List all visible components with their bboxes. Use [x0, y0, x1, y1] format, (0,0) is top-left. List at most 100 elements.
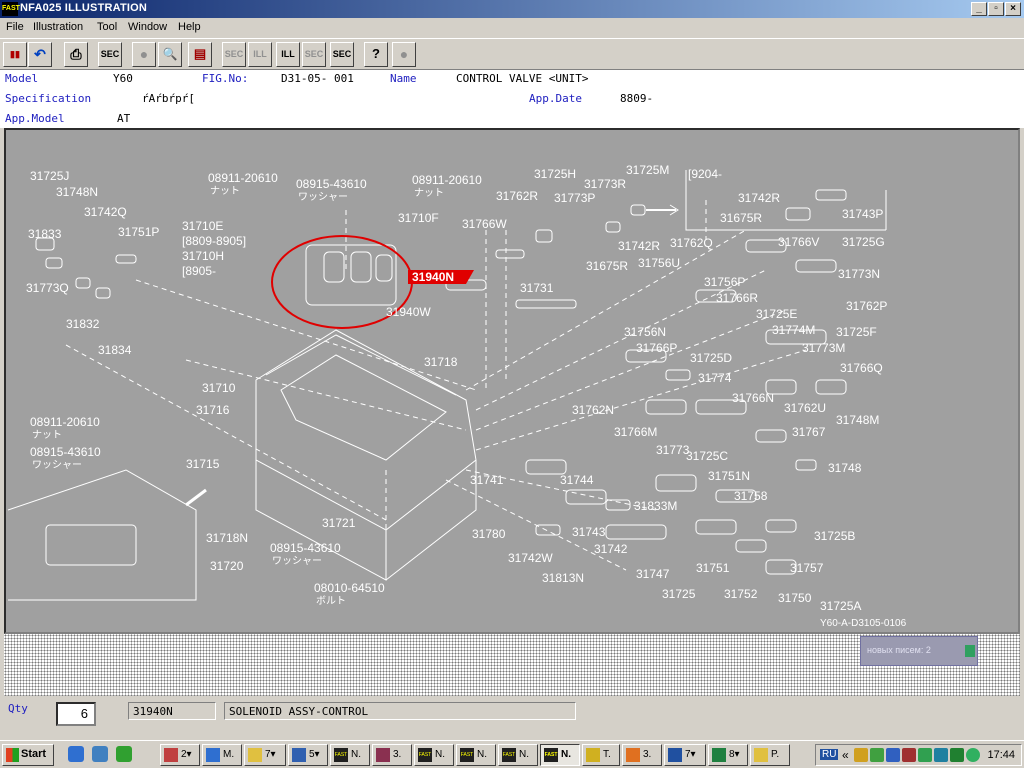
part-label[interactable]: 31766M [614, 425, 657, 439]
part-label[interactable]: ナット [32, 429, 62, 441]
part-label[interactable]: [8809-8905] [182, 234, 246, 248]
task-button[interactable]: FAST N. [414, 744, 454, 766]
part-label[interactable]: 31744 [560, 473, 594, 487]
app-quicklaunch-icon[interactable] [92, 746, 108, 762]
menu-file[interactable]: File [6, 21, 24, 33]
task-button[interactable]: FAST N. [498, 744, 538, 766]
part-label[interactable]: 31748 [828, 461, 862, 475]
part-label[interactable]: 08911-20610 [208, 171, 278, 185]
part-label[interactable]: 31767 [792, 425, 826, 439]
back-icon[interactable]: ↶ [28, 42, 52, 67]
part-label[interactable]: 31725F [836, 325, 877, 339]
part-label[interactable]: 31833M [634, 499, 677, 513]
part-label[interactable]: 31762R [496, 189, 538, 203]
part-label[interactable]: 31762U [784, 401, 826, 415]
task-button[interactable]: FAST N. [330, 744, 370, 766]
part-label[interactable]: 08915-43610 [296, 177, 367, 191]
prev-ill-icon[interactable]: ILL [248, 42, 272, 67]
part-label[interactable]: 31725M [626, 163, 669, 177]
ie-icon[interactable] [68, 746, 84, 762]
part-label[interactable]: 08915-43610 [30, 445, 101, 459]
search-sec-icon[interactable]: SEC [330, 42, 354, 67]
part-label[interactable]: 31742R [618, 239, 660, 253]
close-button[interactable]: × [1005, 2, 1021, 16]
task-button[interactable]: 5▾ [288, 744, 328, 766]
part-label[interactable]: 31675R [720, 211, 762, 225]
part-label[interactable]: 31773 [656, 443, 690, 457]
part-label[interactable]: 31751N [708, 469, 750, 483]
part-label[interactable]: ワッシャー [32, 460, 82, 471]
help-icon[interactable]: ? [364, 42, 388, 67]
part-label[interactable]: 31833 [28, 227, 62, 241]
task-button[interactable]: FAST N. [456, 744, 496, 766]
part-label[interactable]: 31766R [716, 291, 758, 305]
part-label[interactable]: 31710E [182, 219, 223, 233]
stop-icon[interactable]: ● [392, 42, 416, 67]
prev-sec-icon[interactable]: SEC [222, 42, 246, 67]
part-label[interactable]: 31756U [638, 256, 680, 270]
part-label[interactable]: 31725D [690, 351, 732, 365]
menu-help[interactable]: Help [178, 21, 201, 33]
task-button[interactable]: 3. [372, 744, 412, 766]
part-label[interactable]: 31752 [724, 587, 758, 601]
part-label[interactable]: 31832 [66, 317, 100, 331]
zoom-icon[interactable]: 🔍 [158, 42, 182, 67]
menu-illustration[interactable]: Illustration [33, 21, 83, 33]
exit-icon[interactable]: ▮▮ [3, 42, 27, 67]
menu-window[interactable]: Window [128, 21, 167, 33]
part-label[interactable]: 31756P [704, 275, 745, 289]
tray-icon[interactable] [950, 748, 964, 762]
part-label[interactable]: ボルト [316, 595, 346, 607]
part-label[interactable]: 31766V [778, 235, 819, 249]
tray-icon[interactable] [902, 748, 916, 762]
task-button[interactable]: 7▾ [664, 744, 706, 766]
task-button[interactable]: T. [582, 744, 620, 766]
part-label[interactable]: 31725E [756, 307, 797, 321]
part-label[interactable]: ワッシャー [298, 192, 348, 203]
part-label[interactable]: 08911-20610 [412, 173, 482, 187]
part-label[interactable]: 31731 [520, 281, 554, 295]
next-ill-icon[interactable]: ILL [276, 42, 300, 67]
part-label[interactable]: 31773Q [26, 281, 69, 295]
task-button-active[interactable]: FAST N. [540, 744, 580, 766]
tray-icon[interactable] [854, 748, 868, 762]
task-button[interactable]: M. [202, 744, 242, 766]
part-label[interactable]: 31762Q [670, 236, 713, 250]
part-label[interactable]: 08010-64510 [314, 581, 385, 595]
part-label[interactable]: 31773M [802, 341, 845, 355]
part-label[interactable]: 31773N [838, 267, 880, 281]
part-label[interactable]: 31756N [624, 325, 666, 339]
task-button[interactable]: 2▾ [160, 744, 200, 766]
part-label[interactable]: 31747 [636, 567, 670, 581]
part-label[interactable]: 31725H [534, 167, 576, 181]
part-label[interactable]: 08911-20610 [30, 415, 100, 429]
part-label[interactable]: 31715 [186, 457, 220, 471]
part-label[interactable]: [9204- [688, 167, 722, 181]
task-button[interactable]: P. [750, 744, 790, 766]
restore-button[interactable]: ▫ [988, 2, 1004, 16]
part-label[interactable]: 31780 [472, 527, 506, 541]
part-label[interactable]: ナット [414, 187, 444, 199]
part-label[interactable]: 31710 [202, 381, 236, 395]
part-label[interactable]: 31774M [772, 323, 815, 337]
language-indicator[interactable]: RU [820, 749, 839, 760]
part-label[interactable]: 31774 [698, 371, 732, 385]
icq-icon[interactable] [116, 746, 132, 762]
minimize-button[interactable]: _ [971, 2, 987, 16]
part-label[interactable]: 31741 [470, 473, 504, 487]
part-number-field[interactable]: 31940N [128, 702, 216, 720]
part-label[interactable]: 31766P [636, 341, 677, 355]
part-label[interactable]: 31751P [118, 225, 159, 239]
part-label[interactable]: 31743P [842, 207, 883, 221]
part-label[interactable]: 31716 [196, 403, 230, 417]
part-label[interactable]: 31742W [508, 551, 553, 565]
part-label[interactable]: 31773R [584, 177, 626, 191]
part-label[interactable]: ワッシャー [272, 556, 322, 567]
part-label[interactable]: 31813N [542, 571, 584, 585]
part-name-field[interactable]: SOLENOID ASSY-CONTROL [224, 702, 576, 720]
tray-expand-icon[interactable]: « [842, 748, 849, 762]
part-label[interactable]: 31725 [662, 587, 696, 601]
highlighted-part-label[interactable]: 31940N [412, 270, 454, 284]
part-label[interactable]: 08915-43610 [270, 541, 341, 555]
start-button[interactable]: Start [2, 744, 54, 766]
